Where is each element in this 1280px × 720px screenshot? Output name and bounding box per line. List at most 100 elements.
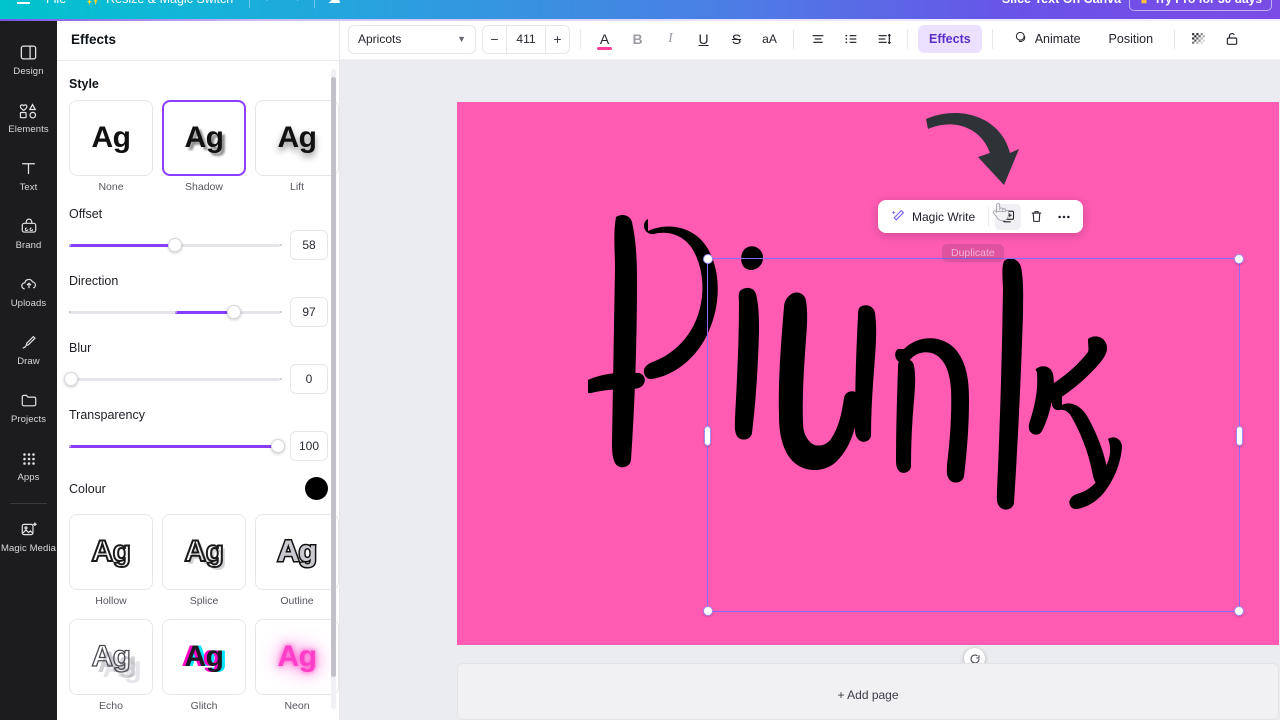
animate-label: Animate — [1034, 32, 1081, 46]
style-option-lift[interactable]: Ag Lift — [255, 100, 339, 193]
style-label: Glitch — [190, 700, 218, 712]
left-nav-rail: Design Elements Text Brand Uploads Draw … — [0, 19, 57, 720]
sidebar-item-text[interactable]: Text — [0, 147, 57, 205]
font-size-value[interactable]: 411 — [506, 25, 546, 53]
align-icon[interactable] — [804, 26, 831, 53]
magic-wand-icon — [891, 208, 906, 226]
lock-icon[interactable] — [1218, 26, 1245, 53]
magic-media-icon — [19, 520, 39, 539]
style-option-glitch[interactable]: Ag Glitch — [162, 619, 246, 712]
font-size-decrease-button[interactable]: − — [483, 26, 506, 53]
uploads-icon — [19, 275, 39, 294]
sidebar-item-elements[interactable]: Elements — [0, 89, 57, 147]
slider-tick-centre — [174, 311, 177, 313]
style-sample: Ag — [255, 619, 339, 695]
line-spacing-icon[interactable] — [870, 26, 897, 53]
effects-panel: Effects Style Ag None Ag Shadow Ag Lift — [57, 19, 340, 720]
bold-button[interactable]: B — [624, 26, 651, 53]
draw-icon — [19, 333, 39, 352]
sidebar-item-apps[interactable]: Apps — [0, 437, 57, 495]
offset-slider[interactable] — [69, 237, 282, 253]
sidebar-item-label: Brand — [15, 240, 42, 251]
effects-panel-header: Effects — [57, 19, 339, 61]
strikethrough-button[interactable]: S — [723, 26, 750, 53]
redo-icon[interactable]: ↷ — [282, 0, 308, 12]
undo-icon[interactable]: ↶ — [256, 0, 282, 12]
sidebar-item-label: Apps — [17, 471, 40, 483]
resize-magic-switch-button[interactable]: ✨ Resize & Magic Switch — [76, 0, 243, 11]
sidebar-item-projects[interactable]: Projects — [0, 379, 57, 437]
slider-knob[interactable] — [226, 305, 241, 319]
more-options-icon[interactable] — [1051, 204, 1077, 230]
duplicate-icon[interactable] — [995, 203, 1022, 230]
font-family-value: Apricots — [358, 32, 402, 46]
projects-icon — [19, 391, 39, 410]
pink-lettering — [588, 214, 1122, 510]
design-page[interactable] — [457, 102, 1279, 645]
slider-label: Direction — [69, 274, 119, 288]
position-button[interactable]: Position — [1098, 25, 1164, 53]
sidebar-item-label: Elements — [8, 124, 49, 135]
file-menu[interactable]: File — [36, 0, 76, 11]
style-option-splice[interactable]: Ag Splice — [162, 514, 246, 607]
magic-write-button[interactable]: Magic Write — [884, 204, 982, 230]
sidebar-item-magic-media[interactable]: Magic Media — [0, 508, 57, 566]
slider-knob[interactable] — [270, 439, 285, 453]
hamburger-icon[interactable] — [10, 0, 36, 12]
bullet-list-icon[interactable] — [837, 26, 864, 53]
offset-value[interactable]: 58 — [290, 230, 328, 260]
sidebar-item-label: Text — [19, 182, 38, 193]
slider-knob[interactable] — [167, 238, 182, 252]
panel-scrollbar-thumb[interactable] — [331, 77, 336, 677]
colour-swatch[interactable] — [305, 477, 328, 500]
sidebar-item-uploads[interactable]: Uploads — [0, 263, 57, 321]
brand-icon — [19, 217, 39, 236]
style-option-none[interactable]: Ag None — [69, 100, 153, 193]
slider-tick-min — [69, 311, 71, 313]
tab-effects[interactable]: Effects — [918, 25, 982, 53]
panel-title: Effects — [71, 32, 117, 47]
font-family-select[interactable]: Apricots ▼ — [348, 24, 476, 54]
underline-button[interactable]: U — [690, 26, 717, 53]
apps-icon — [20, 450, 38, 468]
document-title[interactable]: Slice Text On Canva — [1002, 0, 1121, 6]
canvas-viewport[interactable]: Duplicate Magic Write + Add page — [340, 60, 1280, 720]
cloud-save-icon[interactable]: ☁ — [321, 0, 347, 12]
animate-button[interactable]: Animate — [1003, 25, 1092, 53]
sidebar-item-label: Projects — [10, 414, 47, 425]
text-colour-button[interactable]: A — [591, 26, 618, 53]
transparency-value[interactable]: 100 — [290, 431, 328, 461]
sidebar-item-label: Design — [13, 66, 44, 77]
panel-scrollbar[interactable] — [331, 69, 336, 709]
slider-fill — [174, 310, 234, 314]
artwork-text-element[interactable] — [457, 102, 1279, 645]
sidebar-item-design[interactable]: Design — [0, 31, 57, 89]
trash-icon[interactable] — [1023, 204, 1049, 230]
style-label: Lift — [289, 181, 304, 193]
style-option-outline[interactable]: Ag Outline — [255, 514, 339, 607]
text-icon — [19, 159, 38, 178]
style-option-echo[interactable]: Ag Echo — [69, 619, 153, 712]
blur-slider[interactable] — [64, 371, 282, 387]
style-sample: Ag — [162, 619, 246, 695]
sidebar-item-draw[interactable]: Draw — [0, 321, 57, 379]
transparency-icon[interactable] — [1185, 26, 1212, 53]
slider-knob[interactable] — [64, 372, 79, 386]
text-colour-letter: A — [599, 31, 610, 47]
style-grid-row-3: Ag Echo Ag Glitch Ag Neon — [69, 619, 339, 712]
style-option-hollow[interactable]: Ag Hollow — [69, 514, 153, 607]
colour-label: Colour — [69, 481, 106, 496]
letter-case-button[interactable]: aA — [756, 26, 783, 53]
transparency-slider[interactable] — [69, 438, 285, 454]
direction-slider[interactable] — [69, 304, 282, 320]
blur-value[interactable]: 0 — [290, 364, 328, 394]
direction-value[interactable]: 97 — [290, 297, 328, 327]
style-option-neon[interactable]: Ag Neon — [255, 619, 339, 712]
style-option-shadow[interactable]: Ag Shadow — [162, 100, 246, 193]
italic-button[interactable]: I — [657, 26, 684, 53]
style-label: Outline — [280, 595, 314, 607]
try-pro-button[interactable]: ♛ Try Pro for 30 days — [1129, 0, 1272, 11]
font-size-increase-button[interactable]: + — [546, 26, 569, 53]
sidebar-item-brand[interactable]: Brand — [0, 205, 57, 263]
add-page-button[interactable]: + Add page — [457, 663, 1279, 720]
